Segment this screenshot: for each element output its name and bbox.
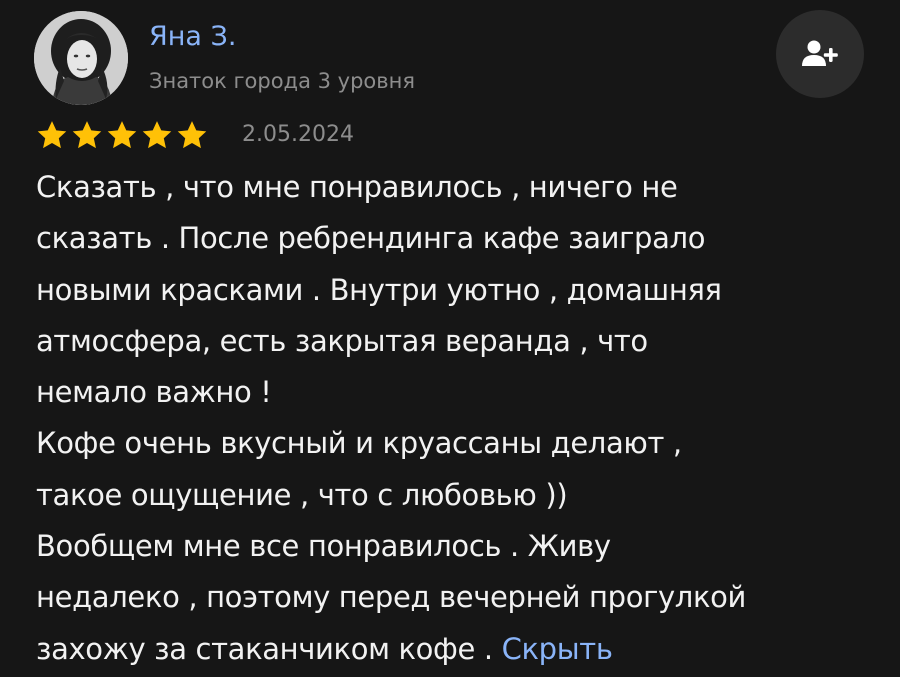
user-avatar-photo-icon (34, 11, 128, 105)
star-icon (37, 121, 67, 149)
review-line: такое ощущение , что с любовью )) (36, 477, 568, 512)
hide-review-link[interactable]: Скрыть (502, 632, 613, 666)
author-level: Знаток города 3 уровня (149, 69, 416, 93)
review-line: Сказать , что мне понравилось , ничего н… (36, 170, 678, 204)
add-user-icon (802, 40, 838, 66)
review-line: Кофе очень вкусный и круассаны делают , (36, 426, 682, 461)
review-text: Сказать , что мне понравилось , ничего н… (36, 162, 876, 675)
review-line-text: захожу за стаканчиком кофе . (36, 631, 502, 666)
star-icon (177, 121, 207, 149)
review-line: немало важно ! (36, 375, 272, 410)
star-rating (36, 119, 208, 151)
review-line: атмосфера, есть закрытая веранда , что (36, 323, 648, 358)
review-line: Вообщем мне все понравилось . Живу (36, 529, 611, 564)
star-icon (142, 121, 172, 149)
author-name[interactable]: Яна З. (149, 18, 236, 56)
avatar[interactable] (34, 11, 128, 105)
star-icon (72, 121, 102, 149)
review-date: 2.05.2024 (242, 122, 354, 147)
review-line: новыми красками . Внутри уютно , домашня… (36, 272, 722, 307)
star-icon (107, 121, 137, 149)
review-line: сказать . После ребрендинга кафе заиграл… (36, 221, 706, 256)
review-line: недалеко , поэтому перед вечерней прогул… (36, 580, 747, 615)
follow-button[interactable] (776, 10, 864, 98)
review-last-line: захожу за стаканчиком кофе . Скрыть (36, 624, 876, 675)
